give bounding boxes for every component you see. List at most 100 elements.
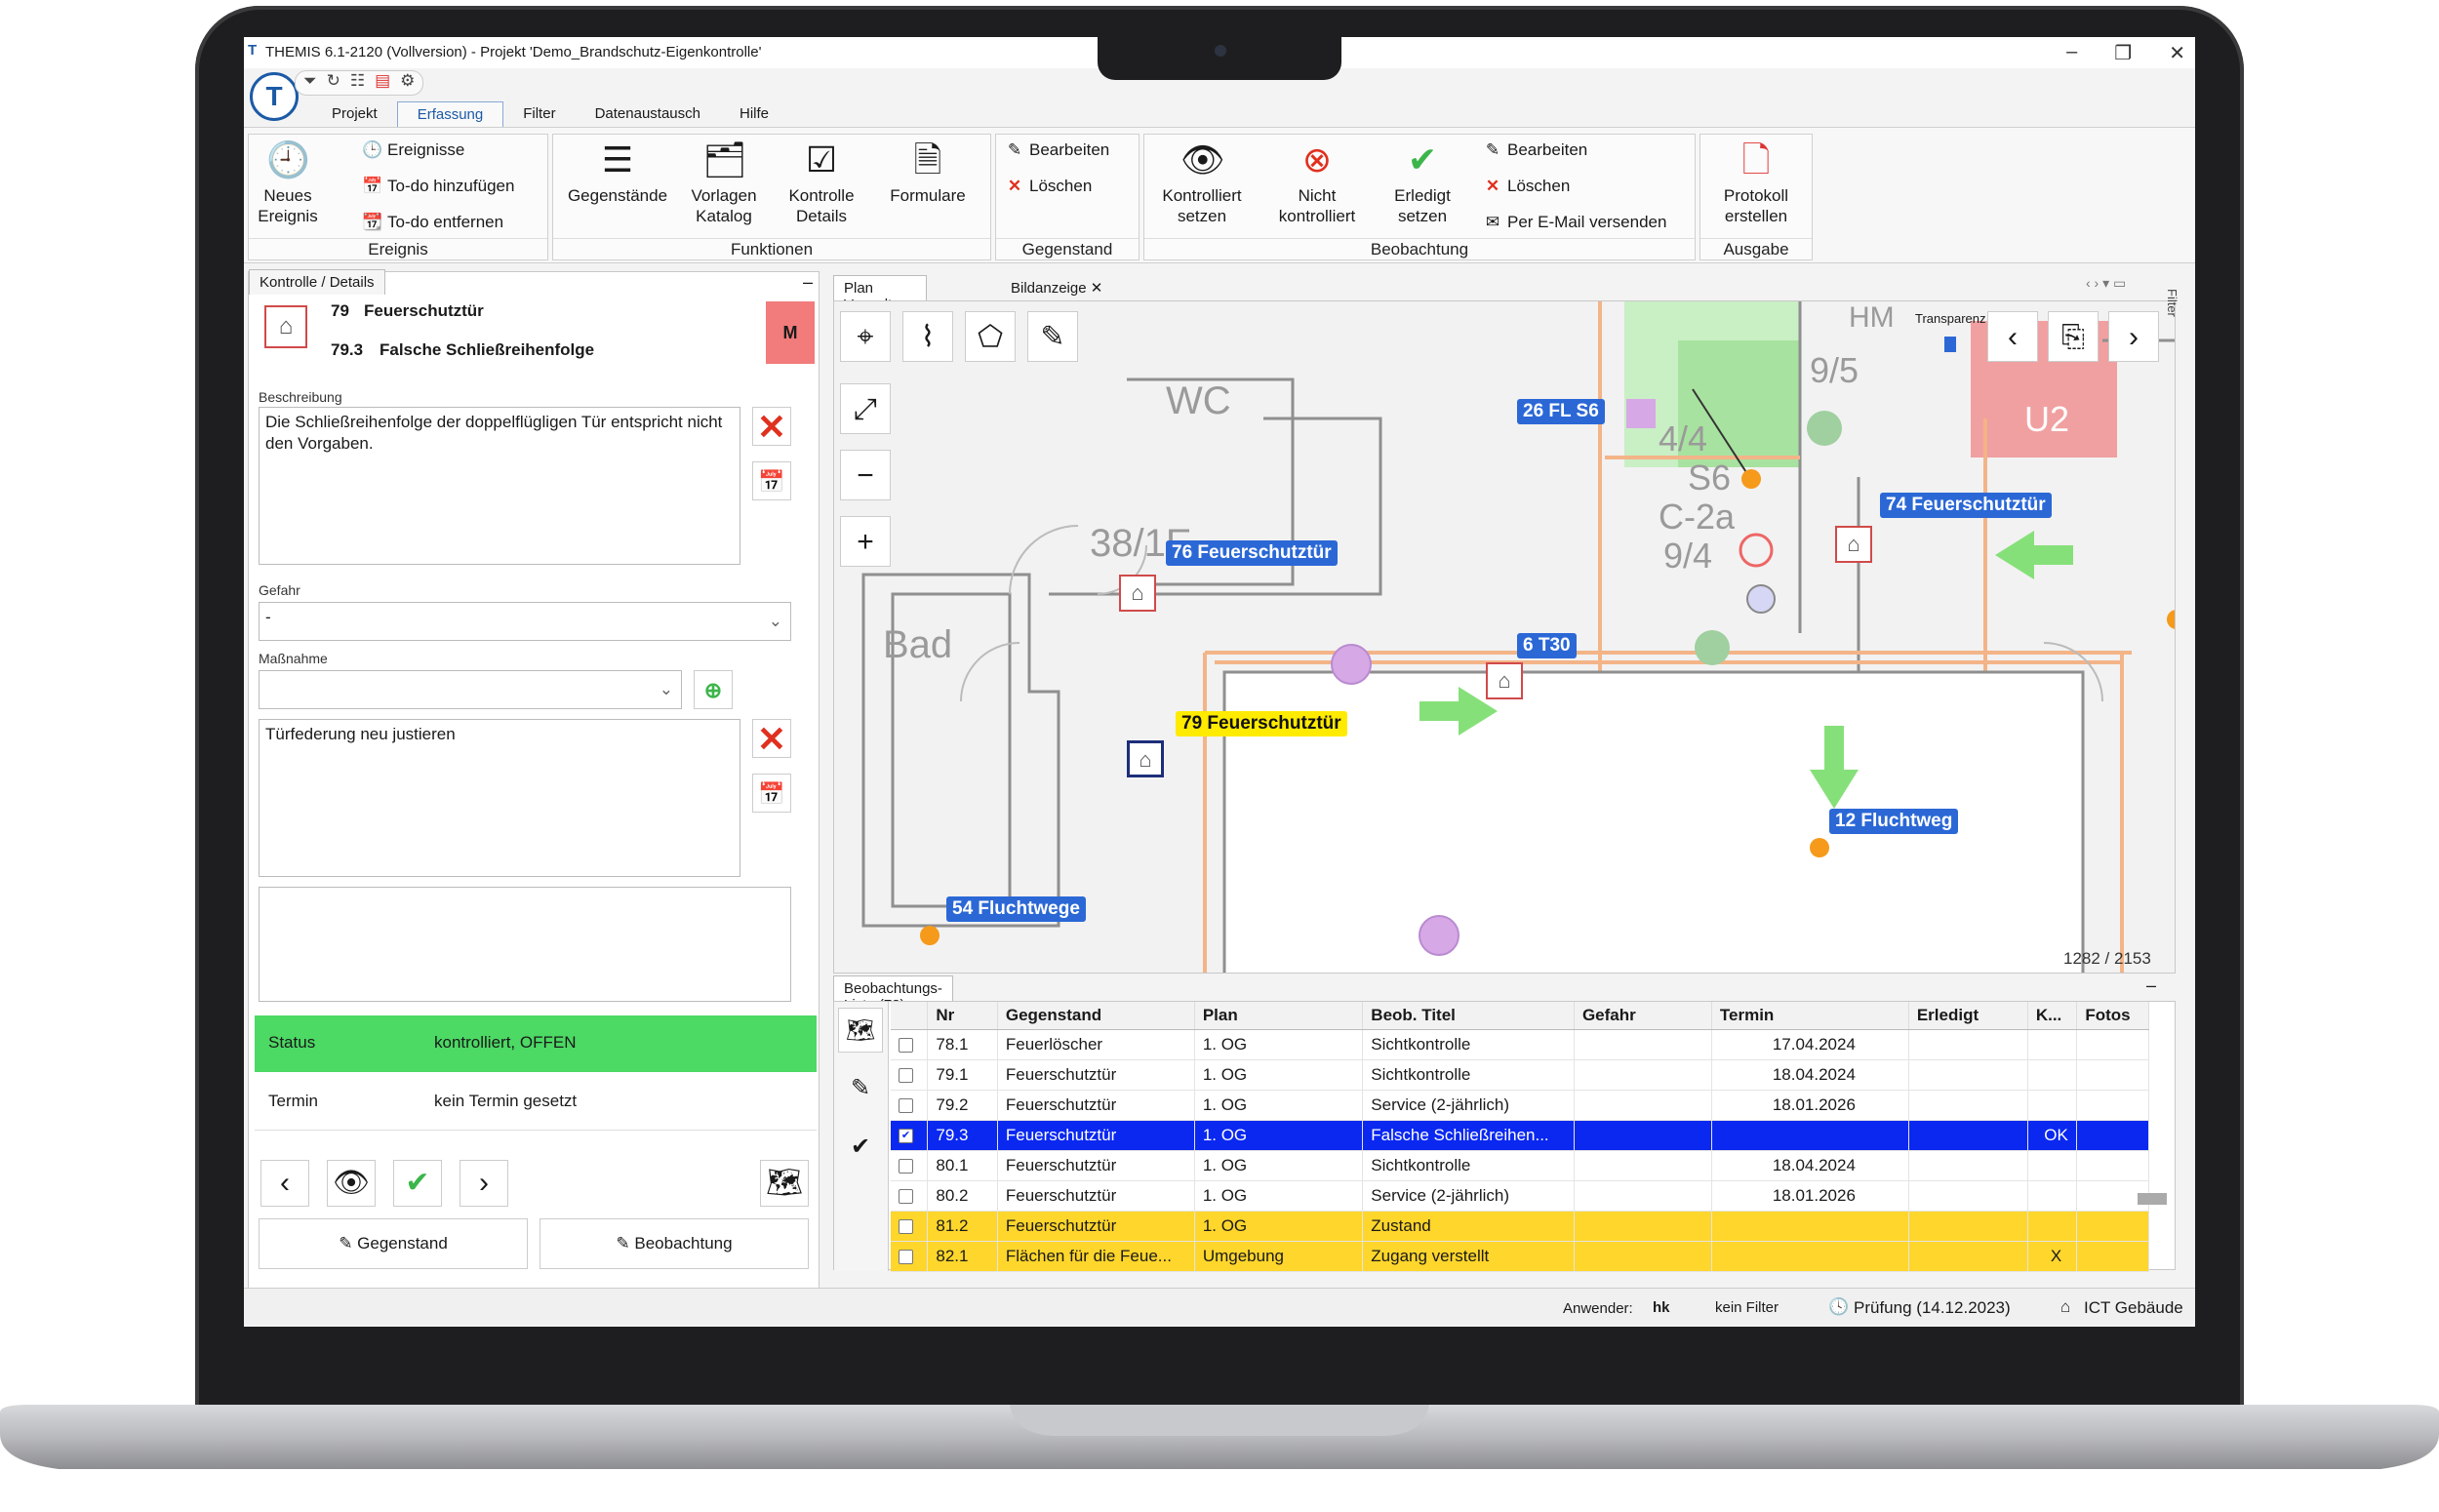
filter-status[interactable]: kein Filter [1715, 1299, 1779, 1316]
marker-dot[interactable] [920, 926, 940, 945]
menu-filter[interactable]: Filter [503, 101, 575, 127]
set-done-button[interactable]: ✔ Erledigt setzen [1379, 139, 1466, 226]
protocol-button[interactable]: 🗋 Protokoll erstellen [1704, 139, 1808, 226]
row-checkbox[interactable]: ✔ [899, 1128, 913, 1143]
object-edit-button[interactable]: ✎ Bearbeiten [1004, 140, 1109, 160]
calendar-icon[interactable]: 📅 [752, 774, 791, 813]
gegenstaende-button[interactable]: ☰ Gegenstände [559, 139, 676, 206]
column-header[interactable]: Plan [1194, 1002, 1364, 1030]
zoom-out-icon[interactable]: − [840, 450, 891, 500]
add-measure-icon[interactable]: ⊕ [694, 670, 733, 709]
marker-79[interactable]: 79 Feuerschutztür [1176, 711, 1347, 736]
eye-button[interactable]: 👁 [327, 1160, 376, 1207]
settings-icon[interactable]: ⚙ [400, 71, 415, 95]
door-marker-icon[interactable]: ⌂ [1835, 526, 1872, 563]
row-checkbox[interactable] [899, 1067, 913, 1083]
next-marker-button[interactable]: › [2108, 311, 2159, 362]
column-header[interactable]: Termin [1711, 1002, 1909, 1030]
refresh-icon[interactable]: ↻ [327, 71, 340, 95]
table-row[interactable]: ✔ 79.3 Feuerschutztür 1. OG Falsche Schließr… [891, 1120, 2149, 1151]
row-checkbox[interactable] [899, 1218, 913, 1234]
object-button[interactable]: ✎ Gegenstand [259, 1218, 528, 1269]
tab-bildanzeige[interactable]: Bildanzeige ✕ [1011, 279, 1206, 297]
description-field[interactable]: Die Schließreihenfolge der doppelflüglig… [259, 407, 740, 565]
map-locate-icon[interactable]: 🗺 [838, 1008, 883, 1053]
door-marker-icon[interactable]: ⌂ [1486, 662, 1523, 699]
column-header[interactable]: Beob. Titel [1362, 1002, 1575, 1030]
crosshair-tool[interactable]: ⌖ [840, 311, 891, 362]
obs-delete-button[interactable]: ✕ Löschen [1482, 177, 1570, 196]
fit-view-icon[interactable]: ⤢ [840, 383, 891, 434]
column-header[interactable]: Nr [927, 1002, 998, 1030]
menu-datenaustausch[interactable]: Datenaustausch [576, 101, 720, 127]
filter-side-tab[interactable]: Filter [2165, 289, 2179, 317]
column-header[interactable]: Gegenstand [997, 1002, 1195, 1030]
menu-erfassung[interactable]: Erfassung [396, 101, 504, 127]
table-row[interactable]: 79.1 Feuerschutztür 1. OG Sichtkontrolle 18.… [891, 1059, 2149, 1091]
check-status[interactable]: Prüfung (14.12.2023) [1854, 1298, 2011, 1318]
table-row[interactable]: 81.2 Feuerschutztür 1. OG Zustand [891, 1211, 2149, 1242]
calendar-icon[interactable]: 📅 [752, 461, 791, 500]
vorlagen-button[interactable]: 🗂 Vorlagen Katalog [680, 139, 768, 226]
maximize-button[interactable]: ❐ [2114, 41, 2132, 65]
checkmark-button[interactable]: ✔ [393, 1160, 442, 1207]
next-button[interactable]: › [460, 1160, 508, 1207]
map-locate-icon[interactable]: 🗺 [760, 1160, 809, 1207]
polygon-tool[interactable]: ⬠ [965, 311, 1016, 362]
set-checked-button[interactable]: 👁 Kontrolliert setzen [1148, 139, 1256, 226]
filter-icon[interactable]: ⏷ [303, 71, 317, 95]
list-icon[interactable]: ☷ [350, 71, 365, 95]
marker-12[interactable]: 12 Fluchtweg [1829, 809, 1959, 834]
new-event-button[interactable]: 🕘 Neues Ereignis [255, 139, 321, 226]
todo-remove-button[interactable]: 📆 To-do entfernen [362, 213, 503, 232]
close-icon[interactable]: ✕ [1091, 280, 1103, 297]
table-row[interactable]: 80.1 Feuerschutztür 1. OG Sichtkontrolle 18.… [891, 1150, 2149, 1181]
priority-badge[interactable]: M [766, 301, 815, 364]
measure-select[interactable]: ⌄ [259, 670, 682, 709]
org-status[interactable]: ICT Gebäude [2084, 1298, 2183, 1318]
marker-dot[interactable] [1741, 469, 1761, 489]
column-header[interactable]: Gefahr [1574, 1002, 1712, 1030]
measure-field[interactable]: Türfederung neu justieren [259, 719, 740, 877]
prev-button[interactable]: ‹ [260, 1160, 309, 1207]
row-checkbox[interactable] [899, 1188, 913, 1204]
row-checkbox[interactable] [899, 1037, 913, 1053]
row-checkbox[interactable] [899, 1249, 913, 1264]
edit-pin-tool[interactable]: ✎ [1027, 311, 1078, 362]
collapse-icon[interactable]: – [803, 272, 813, 293]
marker-54[interactable]: 54 Fluchtwege [946, 896, 1086, 922]
door-marker-icon[interactable]: ⌂ [1119, 575, 1156, 612]
door-marker-icon-selected[interactable]: ⌂ [1127, 740, 1164, 777]
object-delete-button[interactable]: ✕ Löschen [1004, 177, 1092, 196]
marker-6[interactable]: 6 T30 [1517, 633, 1577, 658]
close-button[interactable]: ✕ [2169, 41, 2185, 65]
plan-nav-controls[interactable]: ‹ › ▾ ▭ [2086, 275, 2126, 292]
obs-edit-button[interactable]: ✎ Bearbeiten [1482, 140, 1587, 160]
notes-field[interactable] [259, 887, 791, 1002]
not-checked-button[interactable]: ⊗ Nicht kontrolliert [1263, 139, 1371, 226]
marker-dot[interactable] [1810, 838, 1829, 857]
checkmark-icon[interactable]: ✔ [838, 1125, 883, 1170]
prev-marker-button[interactable]: ‹ [1987, 311, 2038, 362]
kontrolle-button[interactable]: ☑ Kontrolle Details [778, 139, 865, 226]
marker-76[interactable]: 76 Feuerschutztür [1166, 540, 1338, 566]
formulare-button[interactable]: 🗎 Formulare [879, 139, 977, 206]
tab-kontrolle-details[interactable]: Kontrolle / Details [249, 269, 385, 295]
pdf-icon[interactable]: ▤ [375, 71, 390, 95]
events-button[interactable]: 🕒 Ereignisse [362, 140, 464, 160]
scrollbar-thumb[interactable] [2138, 1193, 2167, 1205]
column-header[interactable]: Erledigt [1908, 1002, 2028, 1030]
tab-plan[interactable]: Plan Verwaltung / 1. OG [833, 275, 928, 330]
row-checkbox[interactable] [899, 1097, 913, 1113]
table-row[interactable]: 79.2 Feuerschutztür 1. OG Service (2-jährli… [891, 1090, 2149, 1121]
minimize-button[interactable]: – [2066, 41, 2077, 65]
collapse-icon[interactable]: – [2146, 975, 2156, 996]
danger-select[interactable]: - ⌄ [259, 602, 791, 641]
marker-26[interactable]: 26 FL S6 [1517, 399, 1605, 424]
observation-button[interactable]: ✎ Beobachtung [540, 1218, 809, 1269]
polyline-tool[interactable]: ⌇ [902, 311, 953, 362]
themis-logo[interactable]: T [250, 72, 299, 121]
todo-add-button[interactable]: 📅 To-do hinzufügen [362, 177, 514, 196]
column-header[interactable]: K... [2027, 1002, 2078, 1030]
description-clear-button[interactable]: ✕ [752, 407, 791, 447]
